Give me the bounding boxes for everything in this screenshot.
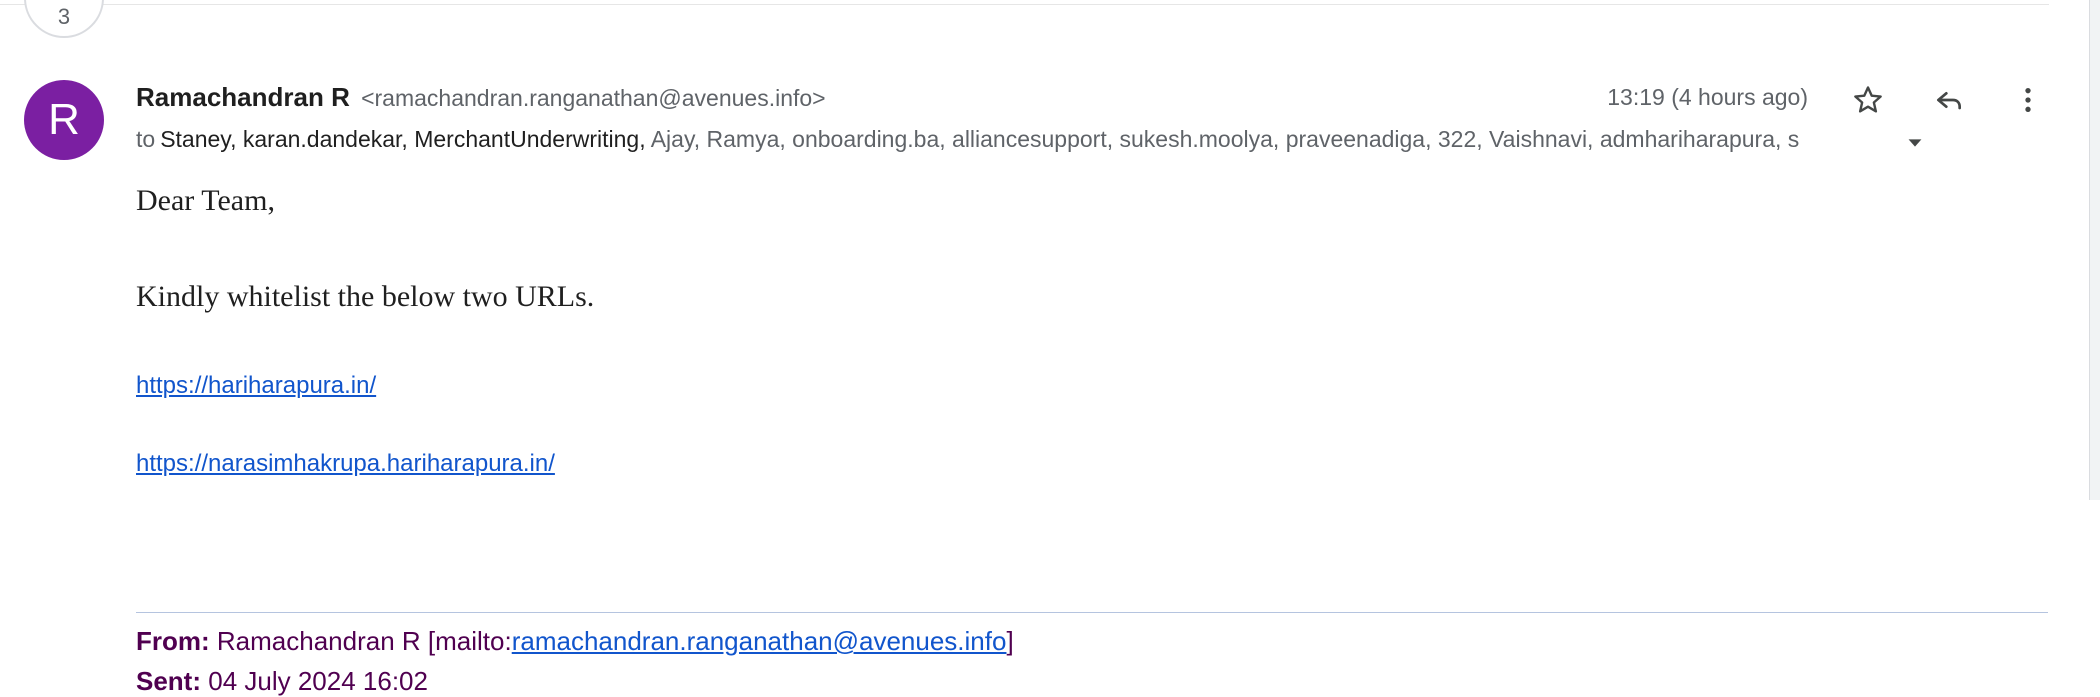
scrollbar[interactable] xyxy=(2089,0,2100,500)
url-link-1[interactable]: https://hariharapura.in/ xyxy=(136,372,376,400)
thread-divider xyxy=(0,4,2049,5)
sender-line: Ramachandran R <ramachandran.ranganathan… xyxy=(136,82,826,113)
chevron-down-icon xyxy=(1908,139,1922,147)
quoted-from-email-link[interactable]: ramachandran.ranganathan@avenues.info xyxy=(512,626,1007,656)
quoted-from-label: From: xyxy=(136,626,210,656)
reply-icon xyxy=(1937,92,1961,110)
quoted-divider xyxy=(136,612,2048,613)
show-details-button[interactable] xyxy=(1904,132,1926,154)
avatar-letter: R xyxy=(48,95,80,144)
quoted-sent: Sent: 04 July 2024 16:02 xyxy=(136,666,428,697)
sender-name[interactable]: Ramachandran R xyxy=(136,82,350,112)
message-timestamp[interactable]: 13:19 (4 hours ago) xyxy=(1607,84,1808,111)
recipients-rest: Ajay, Ramya, onboarding.ba, alliancesupp… xyxy=(650,126,1800,152)
quoted-from: From: Ramachandran R [mailto:ramachandra… xyxy=(136,626,1014,657)
more-options-button[interactable] xyxy=(2006,78,2050,122)
sender-email: <ramachandran.ranganathan@avenues.info> xyxy=(361,85,826,111)
star-icon xyxy=(1854,86,1882,113)
recipients-primary: Staney, karan.dandekar, MerchantUnderwri… xyxy=(160,126,646,152)
quoted-sent-value: 04 July 2024 16:02 xyxy=(208,666,428,696)
email-greeting: Dear Team, xyxy=(136,184,275,217)
email-request-text: Kindly whitelist the below two URLs. xyxy=(136,280,595,313)
recipients-line: to Staney, karan.dandekar, MerchantUnderw… xyxy=(136,126,1896,158)
vertical-dots-icon xyxy=(2025,88,2031,112)
quoted-sent-label: Sent: xyxy=(136,666,201,696)
reply-button[interactable] xyxy=(1927,78,1971,122)
star-button[interactable] xyxy=(1846,78,1890,122)
thread-count-label: 3 xyxy=(57,4,71,29)
collapsed-thread-count[interactable]: 3 xyxy=(24,0,104,38)
url-link-2[interactable]: https://narasimhakrupa.hariharapura.in/ xyxy=(136,450,555,478)
quoted-from-close: ] xyxy=(1006,626,1014,656)
quoted-from-name: Ramachandran R [mailto: xyxy=(216,626,512,656)
avatar[interactable]: R xyxy=(24,80,104,160)
recipients-label: to xyxy=(136,126,156,152)
